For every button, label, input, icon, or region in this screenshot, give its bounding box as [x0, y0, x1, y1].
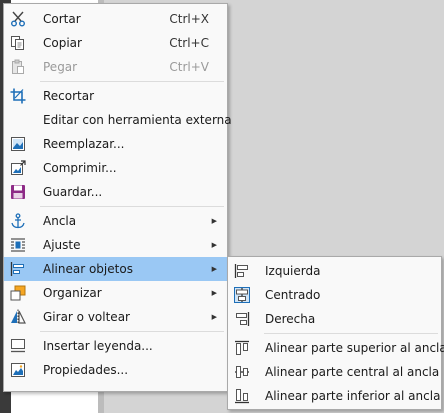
caption-icon — [10, 338, 26, 354]
submenu-arrow-icon: ▶ — [211, 313, 217, 321]
menu-item-label: Ancla — [43, 214, 77, 228]
menu-item-shortcut: Ctrl+C — [169, 36, 209, 50]
submenu-item-align-middle-anchor[interactable]: Alinear parte central al ancla — [228, 360, 441, 384]
align-top-icon — [234, 340, 250, 356]
menu-item-edit-external[interactable]: Editar con herramienta externa — [4, 108, 232, 132]
save-icon — [10, 184, 26, 200]
properties-icon — [10, 362, 26, 378]
copy-icon — [10, 35, 26, 51]
menu-item-label: Derecha — [265, 312, 316, 326]
menu-item-anchor[interactable]: Ancla ▶ — [4, 209, 227, 233]
menu-item-label: Guardar... — [43, 185, 103, 199]
menu-item-insert-caption[interactable]: Insertar leyenda... — [4, 334, 227, 358]
menu-item-label: Editar con herramienta externa — [43, 113, 232, 127]
submenu-item-align-top-anchor[interactable]: Alinear parte superior al ancla — [228, 336, 444, 360]
menu-item-label: Reemplazar... — [43, 137, 125, 151]
submenu-item-align-right[interactable]: Derecha — [228, 307, 441, 331]
menu-separator — [40, 81, 224, 82]
menu-item-crop[interactable]: Recortar — [4, 84, 227, 108]
align-icon — [10, 261, 26, 277]
arrange-icon — [10, 285, 26, 301]
align-right-icon — [234, 311, 250, 327]
menu-separator — [40, 206, 224, 207]
align-objects-submenu: Izquierda Centrado Derecha Alinear parte… — [227, 256, 444, 410]
menu-item-label: Cortar — [43, 12, 81, 26]
align-center-icon — [234, 287, 250, 303]
submenu-item-align-left[interactable]: Izquierda — [228, 259, 441, 283]
menu-item-label: Centrado — [265, 288, 321, 302]
submenu-arrow-icon: ▶ — [211, 289, 217, 297]
menu-item-label: Ajuste — [43, 238, 81, 252]
menu-item-label: Copiar — [43, 36, 82, 50]
submenu-arrow-icon: ▶ — [211, 241, 217, 249]
wrap-icon — [10, 237, 26, 253]
menu-item-properties[interactable]: Propiedades... — [4, 358, 227, 382]
menu-item-shortcut: Ctrl+V — [169, 60, 209, 74]
menu-item-shortcut: Ctrl+X — [169, 12, 209, 26]
menu-separator — [264, 333, 438, 334]
menu-item-cut[interactable]: Cortar Ctrl+X — [4, 7, 227, 31]
submenu-arrow-icon: ▶ — [211, 217, 217, 225]
menu-item-paste[interactable]: Pegar Ctrl+V — [4, 55, 227, 79]
menu-item-copy[interactable]: Copiar Ctrl+C — [4, 31, 227, 55]
menu-item-save[interactable]: Guardar... — [4, 180, 227, 204]
menu-item-label: Girar o voltear — [43, 310, 130, 324]
menu-item-label: Recortar — [43, 89, 95, 103]
menu-item-label: Organizar — [43, 286, 102, 300]
menu-item-label: Alinear objetos — [43, 262, 133, 276]
menu-item-replace[interactable]: Reemplazar... — [4, 132, 227, 156]
submenu-item-align-center[interactable]: Centrado — [228, 283, 441, 307]
menu-item-label: Propiedades... — [43, 363, 129, 377]
compress-image-icon — [10, 160, 26, 176]
menu-item-rotate-flip[interactable]: Girar o voltear ▶ — [4, 305, 227, 329]
paste-icon — [10, 59, 26, 75]
menu-item-label: Comprimir... — [43, 161, 117, 175]
align-bottom-icon — [234, 388, 250, 404]
crop-icon — [10, 88, 26, 104]
submenu-item-align-bottom-anchor[interactable]: Alinear parte inferior al ancla — [228, 384, 441, 408]
replace-image-icon — [10, 136, 26, 152]
anchor-icon — [10, 213, 26, 229]
menu-item-compress[interactable]: Comprimir... — [4, 156, 227, 180]
menu-item-label: Alinear parte superior al ancla — [265, 341, 444, 355]
flip-icon — [10, 309, 26, 325]
align-left-icon — [234, 263, 250, 279]
menu-item-label: Alinear parte central al ancla — [265, 365, 440, 379]
menu-separator — [40, 331, 224, 332]
menu-item-label: Pegar — [43, 60, 78, 74]
menu-item-label: Alinear parte inferior al ancla — [265, 389, 441, 403]
align-middle-icon — [234, 364, 250, 380]
menu-item-label: Insertar leyenda... — [43, 339, 153, 353]
menu-item-wrap[interactable]: Ajuste ▶ — [4, 233, 227, 257]
scissors-icon — [10, 11, 26, 27]
menu-item-align-objects[interactable]: Alinear objetos ▶ — [4, 257, 227, 281]
submenu-arrow-icon: ▶ — [211, 265, 217, 273]
menu-item-arrange[interactable]: Organizar ▶ — [4, 281, 227, 305]
context-menu: Cortar Ctrl+X Copiar Ctrl+C Pegar Ctrl+V… — [3, 3, 232, 392]
menu-item-label: Izquierda — [265, 264, 321, 278]
